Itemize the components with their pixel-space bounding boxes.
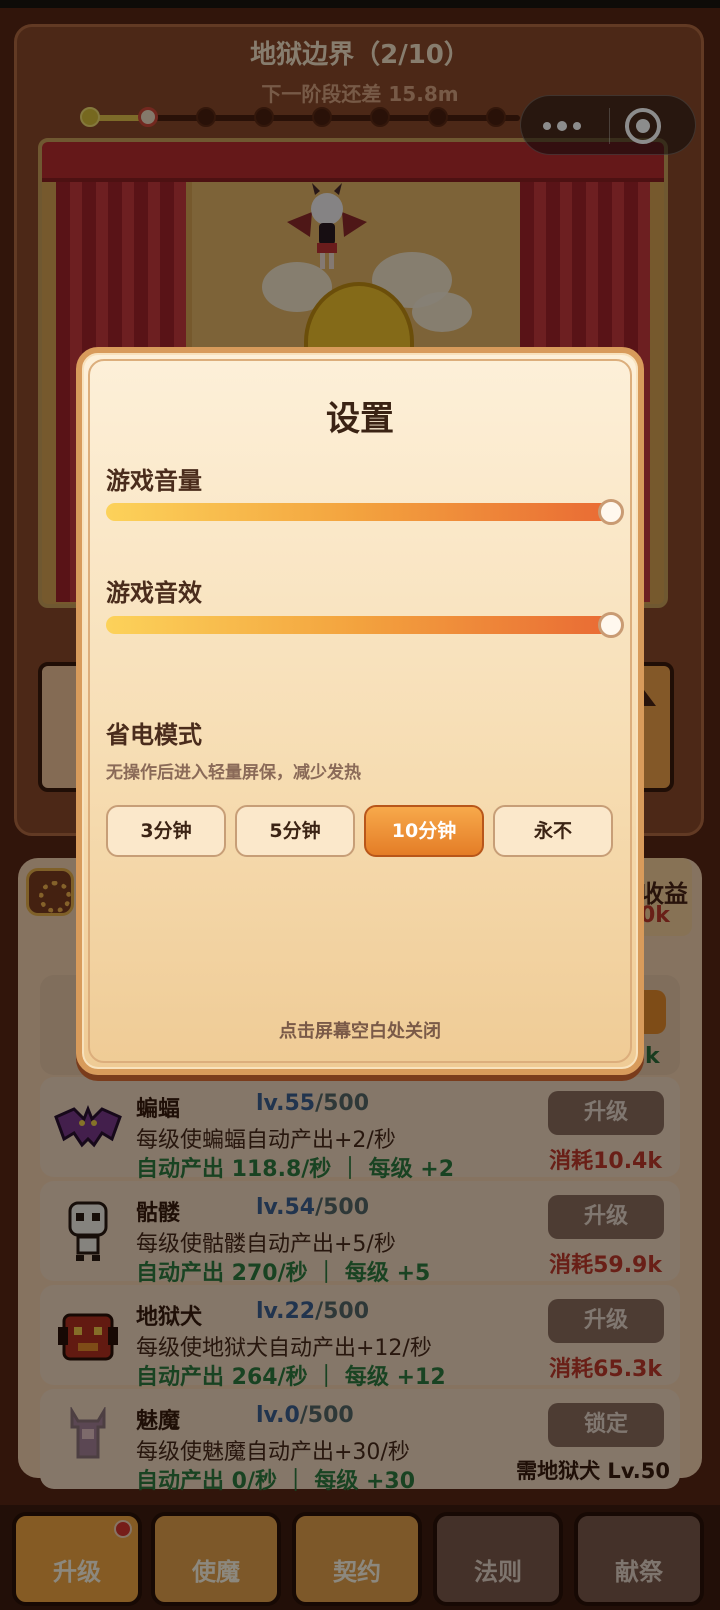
music-volume-label: 游戏音量 bbox=[106, 467, 202, 495]
power-option-10min[interactable]: 10分钟 bbox=[364, 805, 484, 857]
close-hint: 点击屏幕空白处关闭 bbox=[279, 1021, 441, 1042]
settings-dialog: 设置 游戏音量 游戏音效 省电模式 无操作后进入轻量屏保，减少发热 3分钟 5分… bbox=[76, 347, 644, 1075]
game-screen: 地狱边界（2/10） 下一阶段还差 15.8m 收益 0k k 蝙蝠 lv.55… bbox=[0, 0, 720, 1610]
sound-effects-label: 游戏音效 bbox=[106, 579, 202, 607]
power-option-5min[interactable]: 5分钟 bbox=[235, 805, 355, 857]
sound-effects-thumb[interactable] bbox=[598, 612, 624, 638]
power-saving-label: 省电模式 bbox=[106, 721, 202, 749]
dialog-title: 设置 bbox=[326, 399, 394, 439]
sound-effects-slider[interactable] bbox=[106, 616, 614, 634]
music-volume-thumb[interactable] bbox=[598, 499, 624, 525]
power-option-never[interactable]: 永不 bbox=[493, 805, 613, 857]
power-option-3min[interactable]: 3分钟 bbox=[106, 805, 226, 857]
music-volume-slider[interactable] bbox=[106, 503, 614, 521]
power-saving-description: 无操作后进入轻量屏保，减少发热 bbox=[106, 763, 361, 783]
